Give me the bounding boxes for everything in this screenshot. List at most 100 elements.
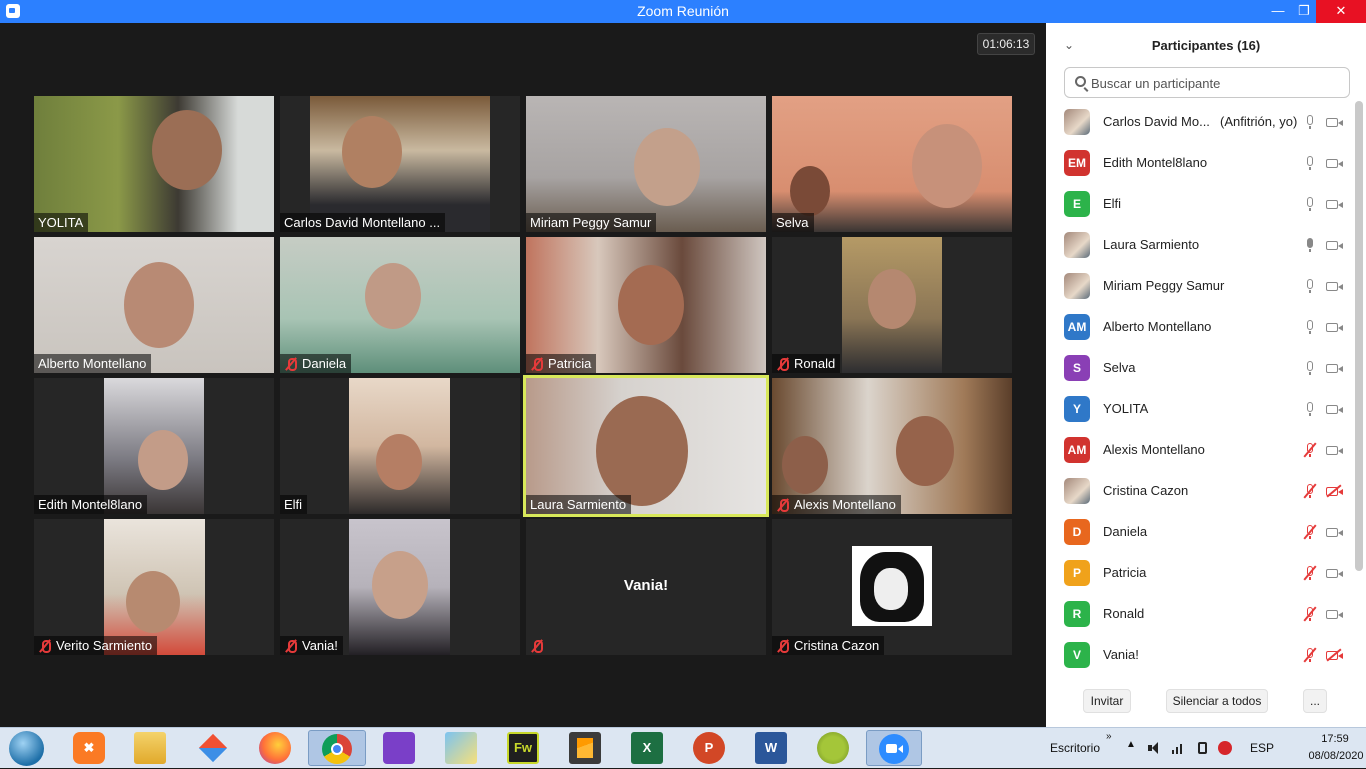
video-camera-icon[interactable] (1326, 527, 1344, 538)
mic-muted-icon[interactable] (1303, 647, 1317, 663)
participant-initials-avatar: Y (1064, 396, 1090, 422)
more-options-button[interactable]: ... (1303, 689, 1327, 713)
video-tile[interactable]: Vania! (280, 519, 520, 655)
microphone-icon[interactable] (1303, 278, 1317, 294)
microphone-icon[interactable] (1303, 319, 1317, 335)
participant-name: Edith Montel8lano (1103, 155, 1208, 170)
video-camera-icon[interactable] (1326, 445, 1344, 456)
participant-row[interactable]: S Selva (1046, 348, 1354, 389)
video-tile[interactable]: YOLITA (34, 96, 274, 232)
video-camera-icon[interactable] (1326, 609, 1344, 620)
video-camera-icon[interactable] (1326, 281, 1344, 292)
mic-muted-icon[interactable] (1303, 483, 1317, 499)
participant-row[interactable]: D Daniela (1046, 512, 1354, 553)
video-camera-icon[interactable] (1326, 199, 1344, 210)
video-camera-icon[interactable] (1326, 404, 1344, 415)
video-tile-no-video[interactable]: Cristina Cazon (772, 519, 1012, 655)
video-camera-icon[interactable] (1326, 568, 1344, 579)
participant-name-label: Ronald (772, 354, 841, 373)
microphone-icon[interactable] (1303, 155, 1317, 171)
close-button[interactable]: ✕ (1316, 0, 1366, 23)
participant-initials-avatar: R (1064, 601, 1090, 627)
notes-app-icon[interactable] (445, 732, 477, 764)
mute-all-button[interactable]: Silenciar a todos (1166, 689, 1268, 713)
video-camera-icon[interactable] (1326, 117, 1344, 128)
desktop-toolbar-label[interactable]: Escritorio (1050, 741, 1100, 755)
participant-search[interactable] (1064, 67, 1350, 98)
participant-face (618, 265, 684, 345)
start-orb-icon[interactable] (9, 731, 44, 766)
video-tile[interactable]: Alexis Montellano (772, 378, 1012, 514)
mic-muted-icon[interactable] (1303, 606, 1317, 622)
microphone-icon[interactable] (1303, 114, 1317, 130)
participant-row[interactable]: Cristina Cazon (1046, 471, 1354, 512)
video-tile[interactable]: Edith Montel8lano (34, 378, 274, 514)
participant-row[interactable]: EM Edith Montel8lano (1046, 143, 1354, 184)
word-icon[interactable]: W (755, 732, 787, 764)
video-tile[interactable]: Patricia (526, 237, 766, 373)
participant-row[interactable]: V Vania! (1046, 635, 1354, 676)
network-signal-icon[interactable] (1172, 741, 1186, 755)
video-camera-icon[interactable] (1326, 240, 1344, 251)
microphone-icon[interactable] (1303, 237, 1317, 253)
firefox-icon[interactable] (259, 732, 291, 764)
search-input[interactable] (1091, 73, 1341, 93)
participant-photo-avatar (1064, 232, 1090, 258)
video-camera-icon[interactable] (1326, 158, 1344, 169)
participant-row[interactable]: AM Alexis Montellano (1046, 430, 1354, 471)
microphone-icon[interactable] (1303, 360, 1317, 376)
antivirus-icon[interactable] (1218, 741, 1232, 755)
android-studio-icon[interactable] (817, 732, 849, 764)
video-tile[interactable]: Ronald (772, 237, 1012, 373)
participant-face (376, 434, 422, 490)
microphone-icon[interactable] (1303, 401, 1317, 417)
git-app-icon[interactable] (197, 732, 229, 764)
video-tile[interactable]: Carlos David Montellano ... (280, 96, 520, 232)
video-tile-no-video[interactable]: Vania! (526, 519, 766, 655)
meeting-gallery: 01:06:13 YOLITA Carlos David Montellano … (0, 23, 1046, 727)
video-tile[interactable]: Selva (772, 96, 1012, 232)
battery-icon[interactable] (1196, 741, 1210, 755)
video-off-icon[interactable] (1326, 650, 1344, 661)
participant-list-scrollbar[interactable] (1355, 101, 1363, 571)
chrome-icon[interactable] (308, 730, 366, 766)
participant-row[interactable]: Miriam Peggy Samur (1046, 266, 1354, 307)
mic-muted-icon[interactable] (1303, 565, 1317, 581)
volume-icon[interactable] (1148, 741, 1162, 755)
toolbar-chevron-icon[interactable]: » (1106, 731, 1112, 742)
xampp-icon[interactable]: ✖ (73, 732, 105, 764)
video-camera-icon[interactable] (1326, 363, 1344, 374)
visual-studio-icon[interactable] (383, 732, 415, 764)
participant-row[interactable]: R Ronald (1046, 594, 1354, 635)
clock-date[interactable]: 08/08/2020 (1304, 750, 1366, 762)
video-tile[interactable]: Alberto Montellano (34, 237, 274, 373)
participant-row[interactable]: P Patricia (1046, 553, 1354, 594)
participant-row[interactable]: E Elfi (1046, 184, 1354, 225)
participant-name-label: Patricia (526, 354, 597, 373)
meeting-timer: 01:06:13 (977, 33, 1035, 55)
participant-row[interactable]: Y YOLITA (1046, 389, 1354, 430)
microphone-icon[interactable] (1303, 196, 1317, 212)
invite-button[interactable]: Invitar (1083, 689, 1131, 713)
zoom-icon[interactable] (866, 730, 922, 766)
video-tile[interactable]: Elfi (280, 378, 520, 514)
participant-row[interactable]: Laura Sarmiento (1046, 225, 1354, 266)
language-indicator[interactable]: ESP (1250, 741, 1274, 755)
video-off-icon[interactable] (1326, 486, 1344, 497)
participant-row[interactable]: Carlos David Mo... (Anfitrión, yo) (1046, 102, 1354, 143)
fireworks-icon[interactable]: Fw (507, 732, 539, 764)
powerpoint-icon[interactable]: P (693, 732, 725, 764)
excel-icon[interactable]: X (631, 732, 663, 764)
video-camera-icon[interactable] (1326, 322, 1344, 333)
video-tile-active-speaker[interactable]: Laura Sarmiento (523, 375, 769, 517)
video-tile[interactable]: Verito Sarmiento (34, 519, 274, 655)
file-explorer-icon[interactable] (134, 732, 166, 764)
show-hidden-icons-icon[interactable]: ▲ (1126, 739, 1136, 750)
mic-muted-icon[interactable] (1303, 442, 1317, 458)
sublime-text-icon[interactable] (569, 732, 601, 764)
video-tile[interactable]: Daniela (280, 237, 520, 373)
mic-muted-icon[interactable] (1303, 524, 1317, 540)
clock-time[interactable]: 17:59 (1308, 733, 1362, 745)
video-tile[interactable]: Miriam Peggy Samur (526, 96, 766, 232)
participant-row[interactable]: AM Alberto Montellano (1046, 307, 1354, 348)
